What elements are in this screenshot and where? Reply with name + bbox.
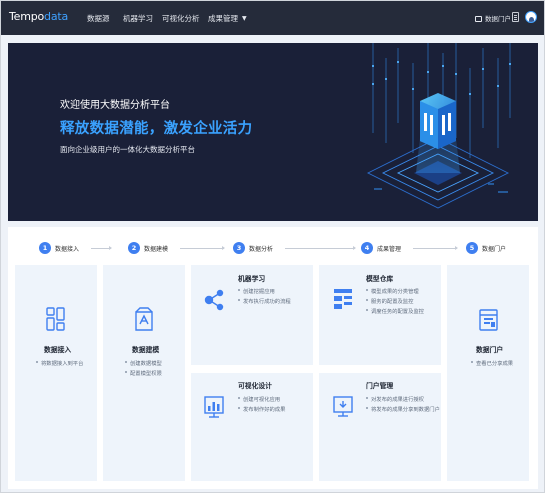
step-arrow [91,246,112,250]
hero-banner: 欢迎使用大数据分析平台 释放数据潜能，激发企业活力 面向企业级用户的一体化大数据… [8,43,538,221]
workflow-step-2[interactable]: 2 数据建模 [128,242,228,256]
card-title: 可视化设计 [238,382,272,390]
nav-item-datasource[interactable]: 数据源 [87,13,110,24]
card-model-warehouse[interactable]: 模型仓库 模型成果的分类管理 服务的配置及监控 调度任务的配置及监控 [319,265,441,365]
step-label: 数据建模 [144,246,169,253]
workflow-step-5[interactable]: 5 数据门户 [466,242,526,256]
data-ingest-icon [46,307,65,331]
card-portal-management[interactable]: 门户管理 对发布的成果进行授权 将发布的成果分享到数据门户 [319,373,441,481]
hero-subtitle: 面向企业级用户的一体化大数据分析平台 [60,145,195,154]
step-label: 数据门户 [482,246,507,253]
bar-chart-icon [204,396,224,418]
card-bullet: 将数据接入到平台 [35,361,84,367]
step-label: 成果管理 [377,246,402,253]
nav-item-results-management[interactable]: 成果管理 ▼ [208,13,247,24]
user-avatar[interactable] [525,11,537,23]
card-title: 数据门户 [476,346,504,354]
card-bullet: 发布制作好的成果 [237,407,286,413]
card-data-modeling[interactable]: 数据建模 创建数据模型 配置模型权限 [103,265,185,481]
data-platform-illustration [366,43,511,209]
card-bullet: 配置模型权限 [125,371,162,377]
card-visualization-design[interactable]: 可视化设计 创建可视化应用 发布制作好的成果 [191,373,313,481]
app-window: Tempodata 数据源 机器学习 可视化分析 成果管理 ▼ 数据门户 欢迎使用… [0,0,545,493]
card-title: 数据建模 [132,346,160,354]
step-number-badge: 5 [466,242,478,254]
card-machine-learning[interactable]: 机器学习 创建挖掘应用 发布执行成功的流程 [191,265,313,365]
logo-accent-text: data [44,10,69,23]
card-bullet: 将发布的成果分享到数据门户 [366,407,440,413]
nav-item-machine-learning[interactable]: 机器学习 [123,13,153,24]
warehouse-icon [334,289,352,309]
step-label: 数据分析 [249,246,274,253]
card-bullet: 模型成果的分类管理 [366,289,419,295]
step-label: 数据接入 [55,246,80,253]
nav-item-results-management-label: 成果管理 [208,14,238,23]
top-navigation-bar: Tempodata 数据源 机器学习 可视化分析 成果管理 ▼ 数据门户 [1,1,544,35]
card-title: 数据接入 [44,346,72,354]
portal-settings-icon [333,396,353,417]
card-bullet: 创建可视化应用 [237,397,281,403]
document-icon[interactable] [512,12,519,22]
step-arrow [285,246,356,250]
card-bullet: 创建挖掘应用 [238,289,275,295]
chevron-down-icon: ▼ [242,15,247,22]
card-bullet: 调度任务的配置及监控 [366,309,424,315]
logo-text: Tempo [9,10,45,23]
workflow-step-1[interactable]: 1 数据接入 [39,242,119,256]
step-number-badge: 2 [128,242,140,254]
app-logo[interactable]: Tempodata [9,10,68,23]
card-bullet: 对发布的成果进行授权 [366,397,424,403]
network-nodes-icon [204,289,224,311]
card-bullet: 发布执行成功的流程 [238,299,291,305]
card-title: 门户管理 [366,382,394,390]
step-arrow [413,246,458,250]
card-bullet: 查看已分享成果 [470,361,514,367]
card-data-ingest[interactable]: 数据接入 将数据接入到平台 [15,265,97,481]
step-arrow [180,246,225,250]
card-data-portal[interactable]: 数据门户 查看已分享成果 [447,265,529,481]
hero-slogan: 释放数据潜能，激发企业活力 [60,121,253,137]
card-bullet: 服务的配置及监控 [365,299,414,305]
data-portal-link[interactable]: 数据门户 [475,13,511,23]
data-portal-icon [479,309,498,331]
data-modeling-icon [135,307,153,331]
step-number-badge: 4 [361,242,373,254]
step-number-badge: 3 [233,242,245,254]
workflow-step-4[interactable]: 4 成果管理 [361,242,461,256]
data-portal-link-label: 数据门户 [485,15,511,23]
card-title: 机器学习 [238,275,266,283]
nav-item-visual-analysis[interactable]: 可视化分析 [162,13,200,24]
workflow-step-3[interactable]: 3 数据分析 [233,242,356,256]
monitor-icon [475,16,482,22]
card-bullet: 创建数据模型 [125,361,162,367]
step-number-badge: 1 [39,242,51,254]
hero-welcome-text: 欢迎使用大数据分析平台 [60,100,170,111]
card-title: 模型仓库 [366,275,394,283]
